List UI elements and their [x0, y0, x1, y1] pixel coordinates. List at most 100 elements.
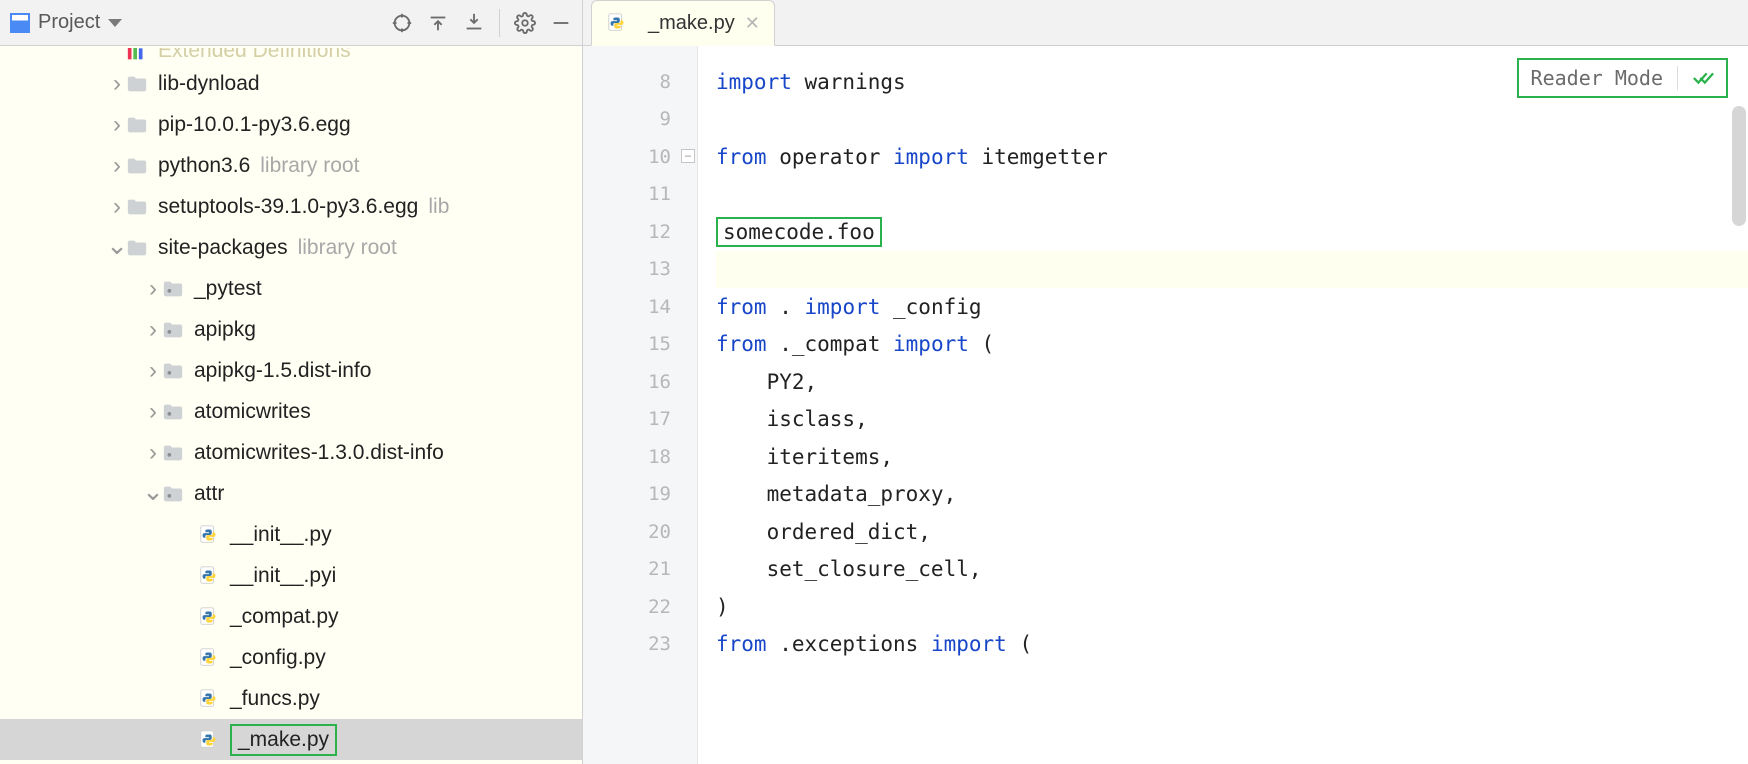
- project-icon: [10, 13, 30, 33]
- keyword-token: from: [716, 632, 767, 656]
- code-line[interactable]: PY2,: [716, 363, 1748, 401]
- text-token: itemgetter: [969, 145, 1108, 169]
- line-number: 11: [648, 176, 671, 214]
- keyword-token: import: [893, 332, 969, 356]
- chevron-down-icon: [108, 19, 122, 27]
- tabs-bar: _make.py ✕: [583, 0, 1748, 46]
- code-line[interactable]: iteritems,: [716, 438, 1748, 476]
- tree-row[interactable]: _pytest: [0, 268, 582, 309]
- chevron-right-icon[interactable]: [144, 362, 162, 380]
- tab-make-py[interactable]: _make.py ✕: [591, 0, 775, 46]
- line-number: 8: [660, 63, 671, 101]
- python-file-icon: [606, 12, 628, 34]
- python-file-icon: [198, 688, 220, 710]
- code-line[interactable]: somecode.foo: [716, 213, 1748, 251]
- tree-row[interactable]: __init__.py: [0, 514, 582, 555]
- keyword-token: import: [931, 632, 1007, 656]
- tree-label: attr: [194, 482, 224, 506]
- folder-icon: [162, 319, 184, 341]
- code-line[interactable]: from ._compat import (: [716, 326, 1748, 364]
- keyword-token: from: [716, 145, 767, 169]
- code-line[interactable]: metadata_proxy,: [716, 476, 1748, 514]
- tree-label: python3.6: [158, 154, 250, 178]
- line-number: 18: [648, 438, 671, 476]
- tree-row[interactable]: setuptools-39.1.0-py3.6.egg lib: [0, 186, 582, 227]
- sidebar-title: Project: [38, 11, 100, 34]
- tree-row[interactable]: lib-dynload: [0, 63, 582, 104]
- chevron-right-icon[interactable]: [144, 444, 162, 462]
- code-line[interactable]: [716, 176, 1748, 214]
- code-line[interactable]: [716, 101, 1748, 139]
- tree-row[interactable]: apipkg-1.5.dist-info: [0, 350, 582, 391]
- code-line[interactable]: from operator import itemgetter: [716, 138, 1748, 176]
- tree-row[interactable]: _config.py: [0, 637, 582, 678]
- text-token: somecode.foo: [716, 217, 882, 247]
- tree-row[interactable]: atomicwrites-1.3.0.dist-info: [0, 432, 582, 473]
- tree-label: _funcs.py: [230, 687, 320, 711]
- chevron-right-icon[interactable]: [144, 321, 162, 339]
- folder-icon: [162, 278, 184, 300]
- code-line[interactable]: ordered_dict,: [716, 513, 1748, 551]
- code-editor[interactable]: Reader Mode import warnings−from operato…: [698, 46, 1748, 764]
- text-token: ordered_dict,: [716, 520, 931, 544]
- chevron-right-icon[interactable]: [108, 116, 126, 134]
- gear-icon[interactable]: [514, 12, 536, 34]
- chevron-right-icon[interactable]: [144, 403, 162, 421]
- locate-icon[interactable]: [391, 12, 413, 34]
- code-line[interactable]: from .exceptions import (: [716, 626, 1748, 664]
- tree-row[interactable]: _make.py: [0, 719, 582, 760]
- tree-row[interactable]: atomicwrites: [0, 391, 582, 432]
- code-line[interactable]: from . import _config: [716, 288, 1748, 326]
- folder-icon: [126, 237, 148, 259]
- text-token: .: [767, 295, 805, 319]
- chevron-right-icon[interactable]: [108, 198, 126, 216]
- folder-icon: [126, 155, 148, 177]
- reader-mode-label: Reader Mode: [1531, 66, 1663, 90]
- project-tree[interactable]: Extended Definitionslib-dynload pip-10.0.…: [0, 46, 582, 764]
- chevron-down-icon[interactable]: [144, 489, 162, 499]
- code-line[interactable]: [716, 251, 1748, 289]
- text-token: PY2,: [716, 370, 817, 394]
- text-token: ): [716, 595, 729, 619]
- library-root-badge: lib: [428, 195, 449, 219]
- minimize-icon[interactable]: [550, 12, 572, 34]
- keyword-token: import: [716, 70, 792, 94]
- code-line[interactable]: isclass,: [716, 401, 1748, 439]
- tree-label: _make.py: [230, 724, 337, 756]
- chevron-down-icon[interactable]: [108, 243, 126, 253]
- line-number: 9: [660, 101, 671, 139]
- project-dropdown[interactable]: Project: [10, 11, 122, 34]
- close-icon[interactable]: ✕: [745, 13, 760, 34]
- tree-row[interactable]: _compat.py: [0, 596, 582, 637]
- expand-all-icon[interactable]: [427, 12, 449, 34]
- python-file-icon: [198, 647, 220, 669]
- line-number: 21: [648, 551, 671, 589]
- collapse-all-icon[interactable]: [463, 12, 485, 34]
- tree-label: pip-10.0.1-py3.6.egg: [158, 113, 351, 137]
- tree-row[interactable]: apipkg: [0, 309, 582, 350]
- scrollbar[interactable]: [1732, 106, 1746, 226]
- tree-label: atomicwrites: [194, 400, 311, 424]
- tree-row[interactable]: python3.6library root: [0, 145, 582, 186]
- code-line[interactable]: ): [716, 588, 1748, 626]
- chevron-right-icon[interactable]: [108, 75, 126, 93]
- text-token: ._compat: [767, 332, 893, 356]
- text-token: isclass,: [716, 407, 868, 431]
- keyword-token: import: [893, 145, 969, 169]
- text-token: warnings: [792, 70, 906, 94]
- divider: [1677, 66, 1678, 90]
- tree-row[interactable]: _funcs.py: [0, 678, 582, 719]
- chevron-right-icon[interactable]: [108, 157, 126, 175]
- tree-row[interactable]: attr: [0, 473, 582, 514]
- fold-icon[interactable]: −: [681, 149, 695, 163]
- code-line[interactable]: set_closure_cell,: [716, 551, 1748, 589]
- tree-label: setuptools-39.1.0-py3.6.egg: [158, 195, 418, 219]
- chevron-right-icon[interactable]: [144, 280, 162, 298]
- tree-row[interactable]: site-packageslibrary root: [0, 227, 582, 268]
- library-icon: [126, 48, 148, 63]
- tree-row[interactable]: Extended Definitions: [0, 48, 582, 63]
- line-number: 13: [648, 251, 671, 289]
- reader-mode-badge[interactable]: Reader Mode: [1517, 58, 1728, 98]
- tree-row[interactable]: __init__.pyi: [0, 555, 582, 596]
- tree-row[interactable]: pip-10.0.1-py3.6.egg: [0, 104, 582, 145]
